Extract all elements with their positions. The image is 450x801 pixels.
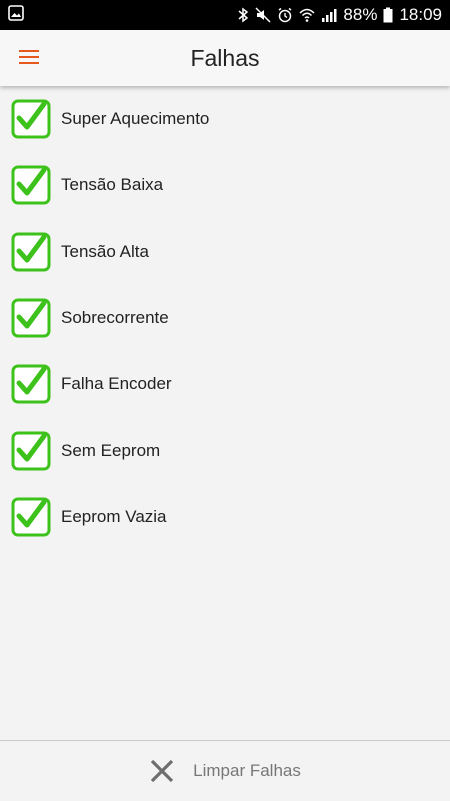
fault-label: Tensão Baixa — [61, 175, 164, 195]
checkbox-checked-icon[interactable] — [11, 232, 51, 272]
clock: 18:09 — [399, 5, 442, 24]
wifi-icon — [299, 7, 315, 23]
fault-label: Falha Encoder — [61, 374, 172, 394]
fault-label: Sem Eeprom — [61, 440, 161, 460]
fault-item[interactable]: Sobrecorrente — [0, 285, 450, 351]
checkbox-checked-icon[interactable] — [11, 99, 51, 139]
fault-item[interactable]: Tensão Baixa — [0, 152, 450, 218]
alarm-icon — [277, 7, 293, 23]
fault-item[interactable]: Sem Eeprom — [0, 417, 450, 483]
app-bar: Falhas — [0, 30, 450, 86]
status-bar: 88% 18:09 — [0, 0, 450, 30]
fault-item[interactable]: Tensão Alta — [0, 219, 450, 285]
checkbox-checked-icon[interactable] — [11, 298, 51, 338]
gallery-notification-icon — [8, 4, 24, 26]
checkbox-checked-icon[interactable] — [11, 431, 51, 471]
fault-item[interactable]: Super Aquecimento — [0, 86, 450, 152]
hamburger-menu-icon[interactable] — [19, 47, 41, 69]
signal-icon — [321, 7, 337, 23]
clear-faults-button[interactable]: Limpar Falhas — [149, 758, 301, 784]
fault-list: Super Aquecimento Tensão Baixa Tensão Alta… — [0, 86, 450, 550]
battery-icon — [383, 7, 393, 23]
fault-item[interactable]: Eeprom Vazia — [0, 484, 450, 550]
mute-icon — [255, 7, 271, 23]
checkbox-checked-icon[interactable] — [11, 165, 51, 205]
fault-label: Tensão Alta — [61, 241, 149, 261]
clear-faults-label: Limpar Falhas — [193, 761, 301, 780]
fault-label: Super Aquecimento — [61, 109, 210, 129]
bottom-bar: Limpar Falhas — [0, 740, 450, 801]
battery-percent: 88% — [343, 5, 378, 24]
fault-label: Sobrecorrente — [61, 308, 169, 328]
page-title: Falhas — [190, 45, 260, 71]
close-icon — [151, 759, 174, 783]
checkbox-checked-icon[interactable] — [11, 364, 51, 404]
bluetooth-icon — [237, 7, 249, 23]
checkbox-checked-icon[interactable] — [11, 497, 51, 537]
fault-item[interactable]: Falha Encoder — [0, 351, 450, 417]
fault-label: Eeprom Vazia — [61, 506, 167, 526]
